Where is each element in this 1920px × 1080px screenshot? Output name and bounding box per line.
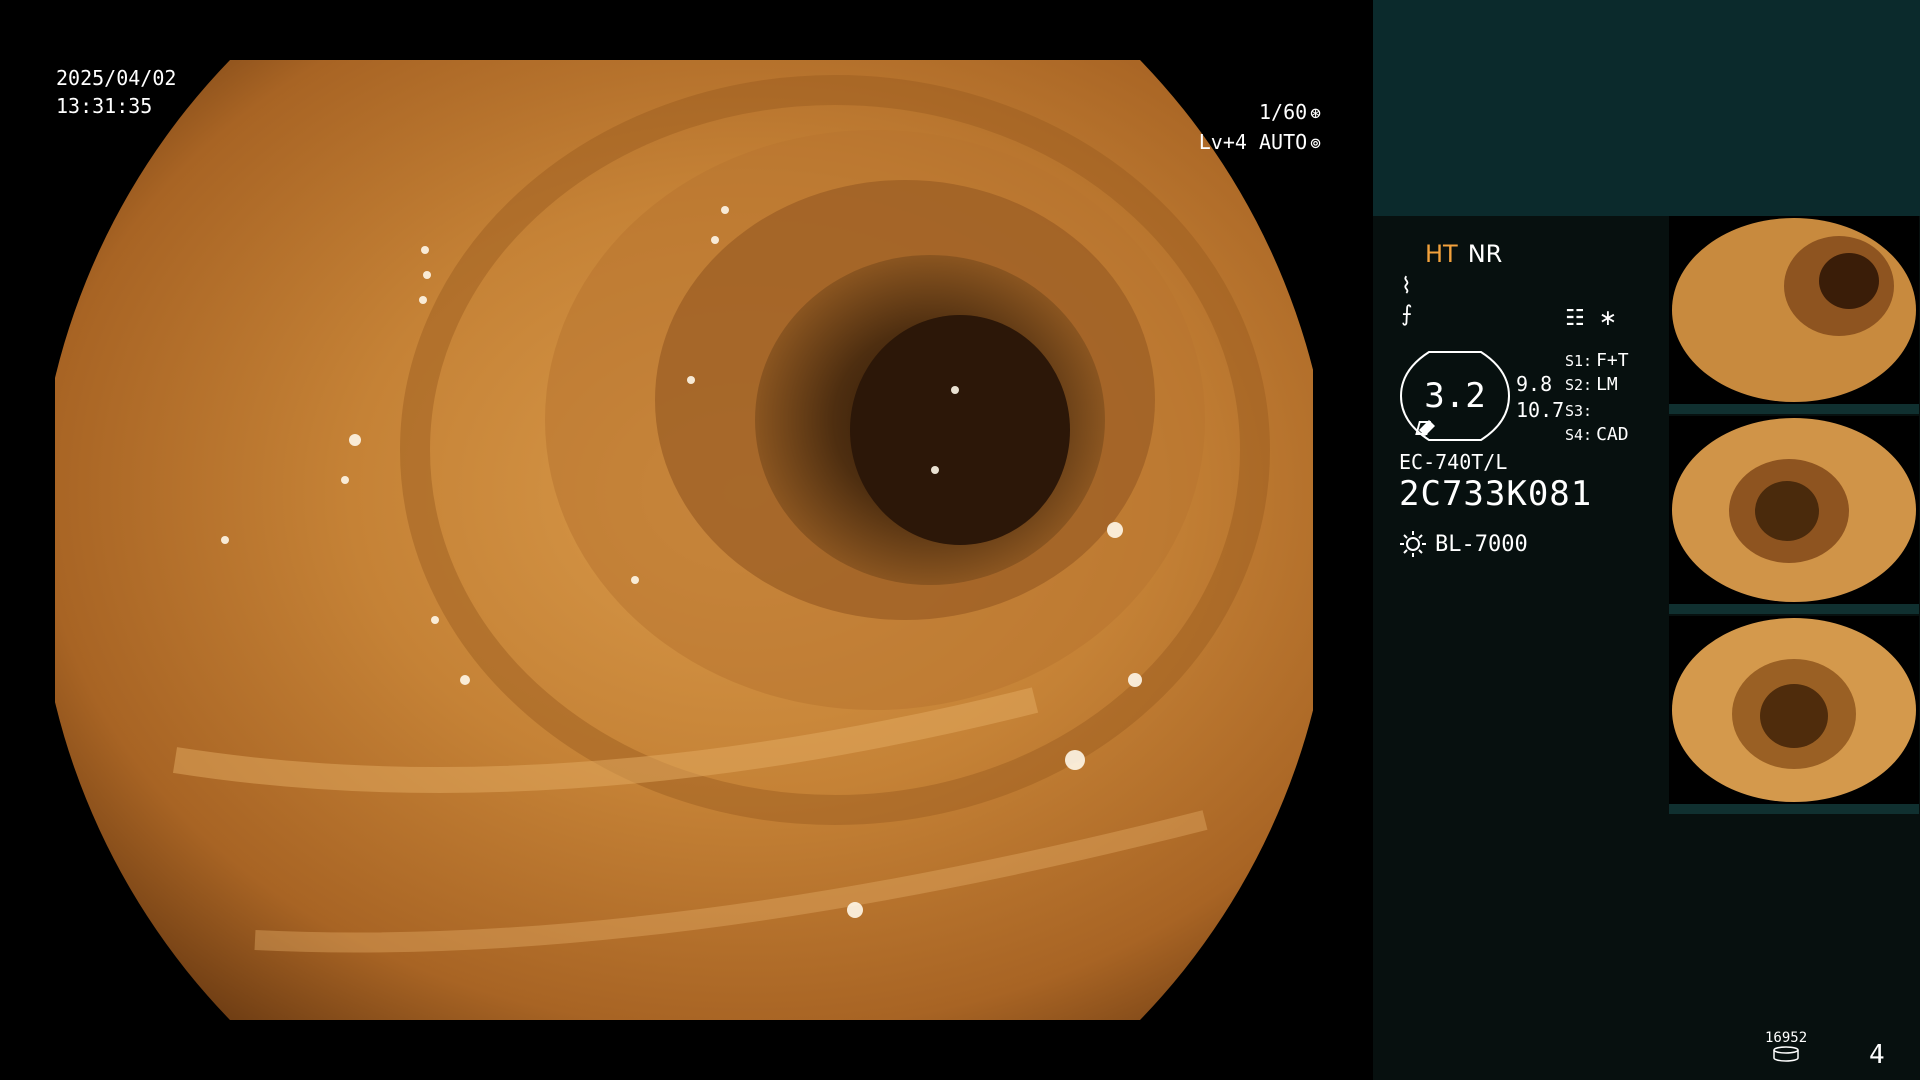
scope-serial: 2C733K081	[1399, 474, 1593, 514]
captured-thumbnails	[1669, 216, 1919, 816]
iris-icon: ⊚	[1310, 133, 1321, 154]
zoom-value: 3.2	[1424, 376, 1486, 416]
thumbnail-1[interactable]	[1669, 216, 1919, 414]
processing-modes: HT NR	[1425, 240, 1502, 268]
switch-slot-4: S4: CAD	[1565, 424, 1629, 445]
slot-label: S3:	[1565, 402, 1593, 420]
aperture-icon: ⊛	[1310, 103, 1321, 124]
storage-icon	[1773, 1046, 1799, 1062]
ht-mode-label: HT	[1425, 240, 1458, 268]
storage-counter: 16952	[1765, 1030, 1807, 1066]
thumbnail-2[interactable]	[1669, 416, 1919, 614]
sun-icon	[1400, 531, 1426, 557]
switch-slot-1: S1: F+T	[1565, 350, 1629, 371]
slot-value: F+T	[1596, 350, 1629, 371]
endoscopic-image	[55, 60, 1313, 1020]
mode-text: AUTO	[1258, 130, 1308, 154]
structure-icon: ⨍	[1401, 302, 1413, 327]
slot-value: LM	[1596, 374, 1618, 395]
menu-icon: ☷	[1565, 306, 1585, 331]
switch-slot-3: S3:	[1565, 400, 1596, 421]
scope-model: EC-740T/L	[1399, 450, 1508, 474]
shutter-text: 1/60	[1258, 100, 1308, 124]
info-panel: HT NR ⌇ ⨍ ☷ ∗ 3.2 9.8 10.7 S1: F+T S2: LM S3…	[1373, 0, 1920, 1080]
level-text: Lv+4	[1198, 130, 1247, 154]
slot-label: S4:	[1565, 426, 1593, 444]
nr-mode-label: NR	[1467, 240, 1503, 268]
asterisk-icon: ∗	[1598, 306, 1618, 331]
image-count: 16952	[1765, 1030, 1808, 1046]
date-text: 2025/04/02	[56, 66, 177, 90]
page-number: 4	[1869, 1040, 1885, 1070]
slot-label: S2:	[1565, 376, 1593, 394]
endoscope-view: 2025/04/02 13:31:35 1/60 ⊛ Lv+4 AUTO ⊚	[0, 0, 1373, 1080]
slot-value: CAD	[1596, 424, 1629, 445]
switch-slot-2: S2: LM	[1565, 374, 1618, 395]
light-source-label: BL-7000	[1435, 531, 1528, 557]
enhancement-icon: ⌇	[1401, 274, 1412, 299]
time-text: 13:31:35	[56, 94, 153, 118]
slot-label: S1:	[1565, 352, 1593, 370]
light-source-row: BL-7000	[1399, 530, 1528, 558]
measure-value-2: 10.7	[1516, 398, 1565, 422]
exposure-readout: 1/60 ⊛ Lv+4 AUTO ⊚	[1199, 98, 1321, 158]
thumbnail-3[interactable]	[1669, 616, 1919, 814]
status-icons: ☷ ∗	[1565, 306, 1631, 331]
measure-value-1: 9.8	[1516, 372, 1553, 396]
panel-header-area	[1373, 0, 1920, 216]
datetime-readout: 2025/04/02 13:31:35	[56, 64, 176, 120]
